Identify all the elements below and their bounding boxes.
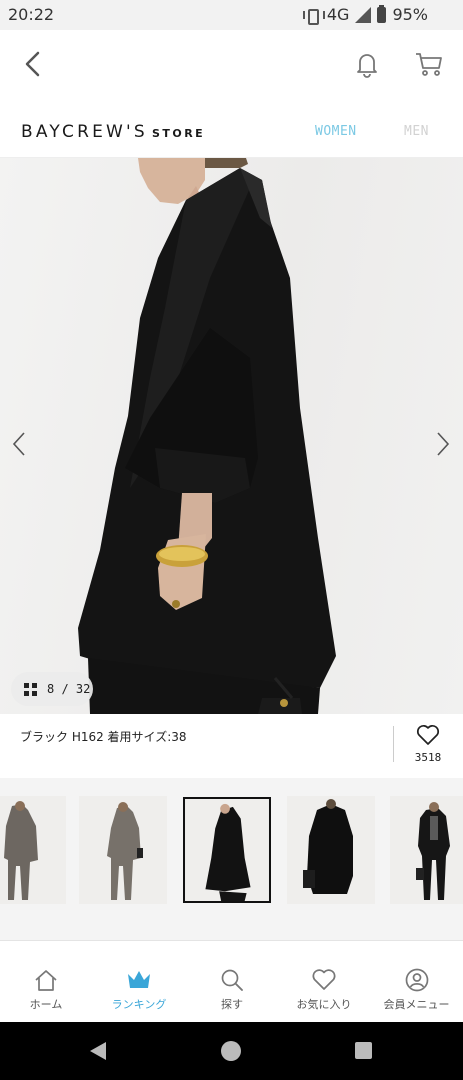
logo-main: BAYCREW'S	[21, 122, 148, 142]
thumbnail-strip[interactable]	[0, 778, 463, 940]
grid-icon	[24, 682, 37, 696]
product-photo	[78, 158, 336, 714]
vibrate-icon	[302, 8, 325, 25]
favorite-heart-icon[interactable]	[416, 724, 440, 746]
product-info-row: ブラック H162 着用サイズ:38 3518	[0, 714, 463, 778]
favorite-count: 3518	[414, 751, 442, 764]
network-type: 4G	[326, 5, 350, 24]
system-recents-icon[interactable]	[355, 1042, 372, 1059]
tab-ranking[interactable]: ランキング	[92, 941, 186, 1023]
back-arrow-icon[interactable]	[18, 48, 50, 80]
system-home-icon[interactable]	[221, 1041, 241, 1061]
thumbnail-image[interactable]	[79, 796, 167, 904]
tab-label: ランキング	[111, 998, 167, 1011]
crown-icon	[128, 971, 150, 988]
user-icon	[405, 968, 428, 992]
tab-label: 探す	[221, 998, 243, 1011]
system-navigation-bar	[0, 1022, 463, 1080]
thumbnail-image[interactable]	[287, 796, 375, 904]
color-size-text: ブラック H162 着用サイズ:38	[20, 730, 187, 744]
tab-label: 会員メニュー	[383, 998, 450, 1011]
tab-search[interactable]: 探す	[186, 941, 278, 1023]
battery-level: 95%	[392, 5, 428, 24]
product-image-gallery[interactable]: 8 / 32	[0, 158, 463, 714]
thumbnail-image-selected[interactable]	[183, 797, 271, 903]
app-bar	[0, 30, 463, 98]
tab-favorites[interactable]: お気に入り	[278, 941, 370, 1023]
heart-icon	[312, 969, 336, 990]
cart-icon[interactable]	[413, 49, 445, 79]
thumbnail-image[interactable]	[390, 796, 463, 904]
tab-member-menu[interactable]: 会員メニュー	[370, 941, 463, 1023]
store-logo[interactable]: BAYCREW'S STORE	[21, 122, 205, 142]
nav-men-link[interactable]: MEN	[404, 124, 429, 139]
image-counter-text: 8 / 32	[47, 682, 91, 696]
status-time: 20:22	[8, 5, 55, 24]
signal-icon	[355, 6, 372, 23]
image-counter-button[interactable]: 8 / 32	[11, 672, 93, 706]
nav-women-link[interactable]: WOMEN	[315, 124, 357, 139]
thumbnail-image[interactable]	[0, 796, 66, 904]
divider	[393, 726, 394, 762]
bell-icon[interactable]	[352, 49, 382, 79]
home-icon	[35, 970, 57, 991]
tab-label: ホーム	[29, 998, 63, 1011]
previous-image-arrow-icon[interactable]	[10, 429, 30, 459]
logo-sub: STORE	[151, 127, 206, 140]
next-image-arrow-icon[interactable]	[432, 429, 452, 459]
brand-bar: BAYCREW'S STORE WOMEN MEN	[0, 98, 463, 158]
status-bar: 20:22 4G 95%	[0, 0, 463, 30]
tab-label: お気に入り	[296, 998, 352, 1011]
tab-home[interactable]: ホーム	[0, 941, 92, 1023]
search-icon	[221, 969, 243, 991]
bottom-tab-bar: ホーム ランキング 探す お気に入り 会員メニュー	[0, 940, 463, 1022]
status-right-group: 4G 95%	[302, 4, 428, 25]
battery-icon	[377, 4, 387, 23]
system-back-icon[interactable]	[89, 1041, 107, 1061]
